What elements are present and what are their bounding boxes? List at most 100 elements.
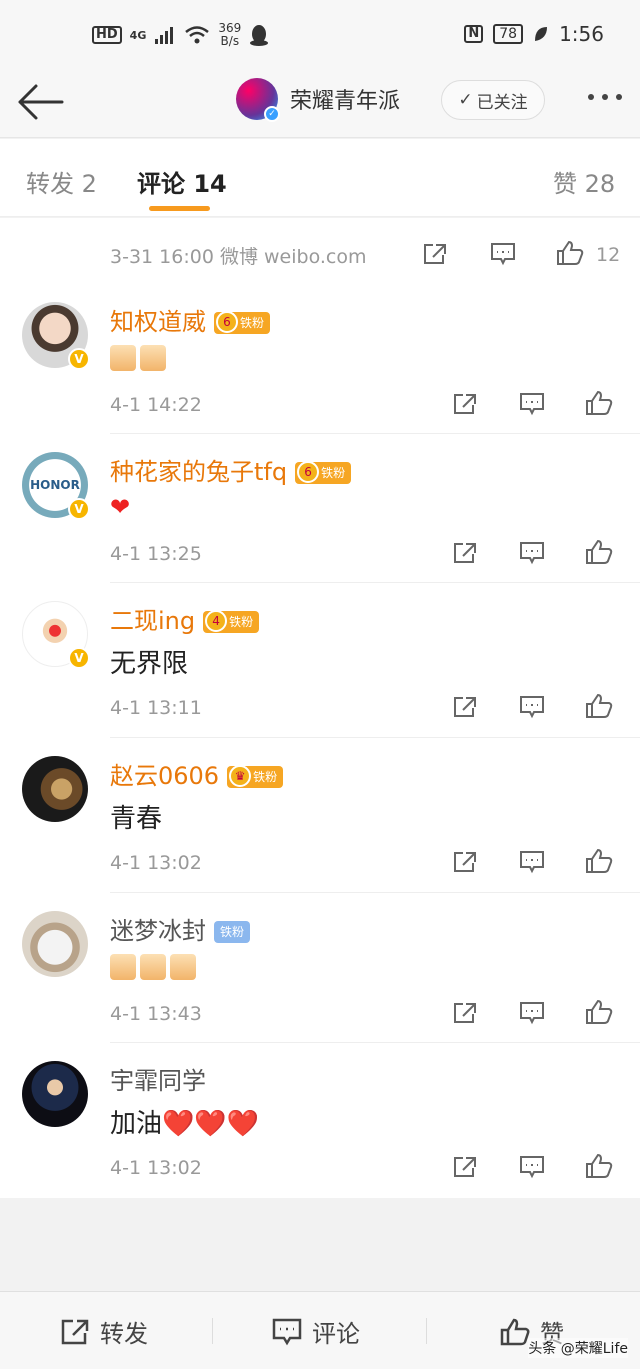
iron-fan-badge: 6 铁粉: [295, 461, 352, 484]
like-icon[interactable]: [585, 1153, 613, 1179]
verified-icon: ✓: [264, 106, 280, 122]
like-icon[interactable]: [585, 693, 613, 719]
avatar[interactable]: V: [22, 601, 90, 669]
share-icon[interactable]: [452, 695, 478, 719]
comment-content: 加油❤️❤️❤️: [110, 1109, 260, 1139]
comment-content: [110, 951, 200, 981]
avatar[interactable]: [22, 911, 88, 977]
account-avatar[interactable]: ✓: [236, 78, 280, 122]
share-icon: [61, 1319, 89, 1344]
comment-item: 迷梦冰封 铁粉 4-1 13:43: [0, 893, 640, 1043]
share-icon[interactable]: [452, 392, 478, 416]
comment-icon[interactable]: [519, 695, 545, 719]
iron-fan-badge: ♛ 铁粉: [227, 765, 284, 788]
tab-likes[interactable]: 赞 28: [553, 164, 615, 199]
share-icon[interactable]: [422, 242, 448, 266]
verified-icon: V: [68, 647, 90, 669]
crown-icon: 6: [297, 461, 320, 483]
comment-icon[interactable]: [519, 850, 545, 874]
comment-time: 4-1 13:11: [110, 697, 202, 719]
avatar[interactable]: [22, 756, 88, 822]
avatar[interactable]: [22, 1061, 88, 1127]
verified-icon: V: [68, 348, 90, 370]
like-icon[interactable]: [585, 539, 613, 565]
badge-text: 铁粉: [229, 615, 254, 629]
username-text: 赵云0606: [110, 762, 220, 790]
follow-button[interactable]: ✓ 已关注: [441, 80, 545, 120]
crown-icon: 6: [216, 311, 238, 333]
like-icon[interactable]: [556, 240, 584, 266]
thumbs-up-emoji: [110, 953, 136, 980]
like-icon[interactable]: [585, 390, 613, 416]
watermark: 头条 @荣耀Life: [528, 1338, 628, 1358]
heart-emoji: ❤: [110, 493, 131, 521]
wifi-icon: [185, 26, 210, 44]
check-icon: ✓: [458, 90, 473, 110]
comment-icon[interactable]: [519, 1155, 545, 1179]
verified-icon: V: [68, 498, 90, 520]
avatar[interactable]: V: [22, 302, 90, 370]
comment-time: 4-1 13:02: [110, 1157, 202, 1179]
comment-label: 评论: [312, 1320, 360, 1348]
username[interactable]: 赵云0606 ♛ 铁粉: [110, 756, 284, 791]
badge-text: 铁粉: [240, 316, 265, 330]
comment-content: 青春: [110, 804, 163, 834]
qq-icon: [250, 25, 269, 46]
like-icon: [500, 1318, 530, 1345]
more-dot: [588, 94, 594, 100]
thumbs-up-emoji: [140, 953, 166, 980]
tab-repost[interactable]: 转发 2: [26, 164, 97, 199]
username-text: 知权道威: [110, 308, 206, 336]
post-meta: 3-31 16:00 微博 weibo.com 12: [0, 218, 640, 284]
username[interactable]: 迷梦冰封 铁粉: [110, 911, 251, 946]
username[interactable]: 二现ing 4 铁粉: [110, 601, 260, 636]
status-left: HD 4G 369 B/s: [92, 22, 269, 48]
like-icon[interactable]: [585, 999, 613, 1025]
clock: 1:56: [559, 22, 604, 46]
tab-bar: 转发 2 评论 14 赞 28: [0, 139, 640, 217]
repost-button[interactable]: 转发: [60, 1314, 148, 1349]
like-icon[interactable]: [585, 848, 613, 874]
comment-item: 宇霏同学 加油❤️❤️❤️ 4-1 13:02: [0, 1043, 640, 1198]
hd-icon: HD: [92, 26, 122, 44]
comment-item: 赵云0606 ♛ 铁粉 青春 4-1 13:02: [0, 738, 640, 893]
comment-icon[interactable]: [519, 541, 545, 565]
more-dot: [602, 94, 608, 100]
username[interactable]: 种花家的兔子tfq 6 铁粉: [110, 452, 352, 487]
share-icon[interactable]: [452, 541, 478, 565]
username-text: 迷梦冰封: [110, 917, 206, 945]
thumbs-up-emoji: [170, 953, 196, 980]
separator: [426, 1318, 427, 1344]
account-name[interactable]: 荣耀青年派: [290, 83, 400, 115]
speed-value: 369: [218, 21, 242, 35]
thumbs-up-emoji: [110, 344, 136, 371]
separator: [212, 1318, 213, 1344]
username[interactable]: 知权道威 6 铁粉: [110, 302, 271, 337]
comment-time: 4-1 13:43: [110, 1003, 202, 1025]
share-icon[interactable]: [452, 1155, 478, 1179]
avatar[interactable]: HONOR V: [22, 452, 90, 520]
comment-icon[interactable]: [490, 242, 516, 266]
iron-fan-badge: 4 铁粉: [203, 610, 260, 633]
comment-button[interactable]: 评论: [272, 1314, 360, 1349]
username-text: 二现ing: [110, 607, 196, 635]
share-icon[interactable]: [452, 850, 478, 874]
share-icon[interactable]: [452, 1001, 478, 1025]
comment-content: ❤: [110, 492, 130, 522]
comment-time: 4-1 13:25: [110, 543, 202, 565]
comment-icon[interactable]: [519, 392, 545, 416]
status-bar: HD 4G 369 B/s N 78 1:56: [0, 0, 640, 70]
status-right: N 78 1:56: [464, 22, 604, 46]
more-button[interactable]: [588, 94, 622, 100]
iron-fan-badge: 铁粉: [214, 921, 251, 943]
follow-label: 已关注: [476, 92, 528, 113]
comment-content: 无界限: [110, 649, 189, 679]
username[interactable]: 宇霏同学: [110, 1061, 206, 1096]
back-button[interactable]: [16, 82, 64, 122]
comment-icon[interactable]: [519, 1001, 545, 1025]
network-label: 4G: [129, 28, 147, 42]
account-header[interactable]: ✓ 荣耀青年派: [236, 78, 400, 122]
tab-comments[interactable]: 评论 14: [137, 164, 227, 199]
nfc-icon: N: [464, 25, 484, 43]
crown-icon: ♛: [229, 765, 252, 787]
